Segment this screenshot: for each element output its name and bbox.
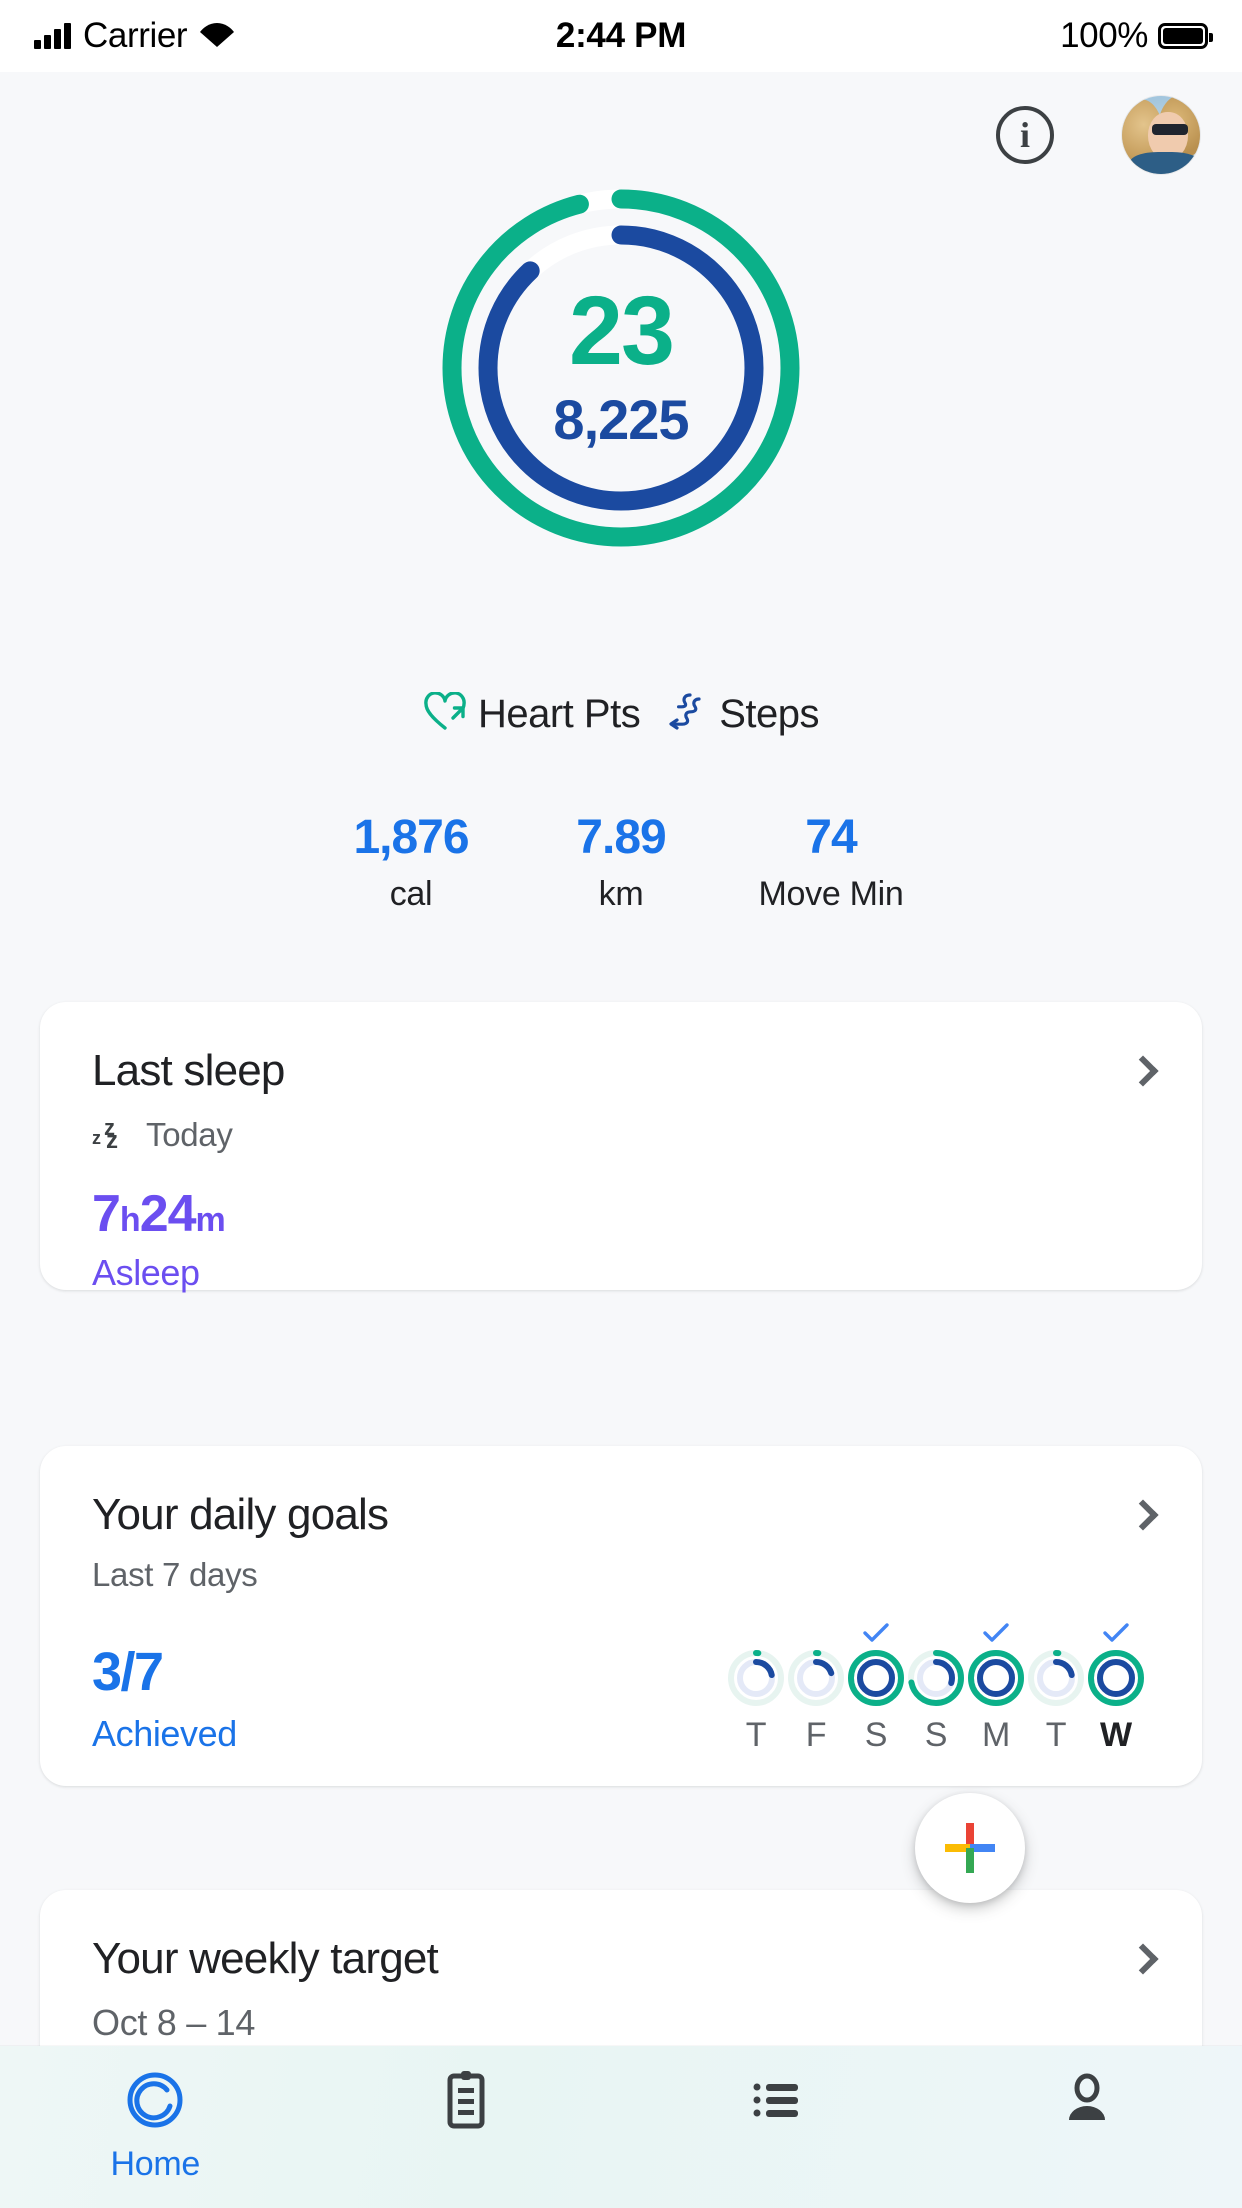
goal-day-letter: S (864, 1716, 888, 1754)
goal-day-0[interactable]: T (726, 1618, 786, 1755)
card-daily-goals-head: Your daily goals Last 7 days (40, 1446, 1202, 1594)
journal-clipboard-icon (436, 2068, 496, 2137)
card-last-sleep-subrow: zzz Today (92, 1116, 1150, 1154)
stat-calories-value: 1,876 (353, 811, 469, 864)
add-activity-fab[interactable] (915, 1793, 1025, 1903)
card-last-sleep-duration: 7h24m (92, 1188, 1150, 1240)
day-progress-rings (908, 1650, 964, 1706)
battery-icon (1158, 23, 1213, 49)
status-bar-left: Carrier (34, 16, 556, 56)
card-last-sleep-body: Last sleep zzz Today 7h24m Asleep (40, 1002, 1202, 1294)
goal-day-letter: T (1045, 1716, 1067, 1754)
nav-item-home[interactable]: Home (0, 2046, 311, 2184)
stat-move-min[interactable]: 74 Move Min (726, 811, 936, 914)
card-daily-goals-title: Your daily goals (92, 1490, 389, 1539)
wifi-icon (199, 20, 235, 53)
goal-day-3[interactable]: S (906, 1618, 966, 1755)
check-icon (1102, 1618, 1130, 1648)
clock-label: 2:44 PM (555, 16, 687, 55)
steps-value: 8,225 (553, 387, 689, 451)
card-weekly-target-subtitle: Oct 8 – 14 (92, 2002, 256, 2043)
goals-week-strip: TFSSMTW (726, 1618, 1150, 1755)
day-progress-rings (1028, 1650, 1084, 1706)
sleep-minutes-unit: m (195, 1201, 226, 1239)
card-daily-goals-body: 3/7 Achieved TFSSMTW (40, 1618, 1202, 1755)
nav-label-home: Home (110, 2145, 201, 2183)
info-icon[interactable]: i (996, 106, 1054, 164)
day-progress-rings (788, 1650, 844, 1706)
stat-distance-label: km (598, 874, 644, 913)
avatar[interactable] (1122, 96, 1200, 174)
summary-stats: 1,876 cal 7.89 km 74 Move Min (0, 811, 1242, 914)
header-actions: i (996, 96, 1200, 174)
card-last-sleep[interactable]: Last sleep zzz Today 7h24m Asleep (40, 1002, 1202, 1293)
profile-person-icon (1057, 2068, 1117, 2137)
check-icon (982, 1618, 1010, 1648)
card-weekly-target-body: Your weekly target Oct 8 – 14 (40, 1890, 1202, 2044)
legend-label-steps: Steps (719, 692, 819, 736)
card-daily-goals-subtitle: Last 7 days (92, 1556, 258, 1593)
home-target-icon (123, 2068, 187, 2137)
goals-summary: 3/7 Achieved (92, 1645, 237, 1755)
avatar-shirt (1130, 152, 1200, 174)
app-screen: Carrier 2:44 PM 100% i 23 8,225 Heart Pt… (0, 0, 1242, 2208)
info-glyph: i (1019, 115, 1030, 155)
goals-count: 3/7 (92, 1642, 164, 1702)
goals-achieved-label: Achieved (92, 1713, 237, 1754)
stat-distance[interactable]: 7.89 km (516, 811, 726, 914)
battery-percent-label: 100% (1060, 16, 1148, 55)
goal-day-2[interactable]: S (846, 1618, 906, 1755)
sleep-minutes: 24 (139, 1185, 197, 1243)
heart-arrow-icon (423, 691, 467, 737)
bottom-navigation: Home (0, 2046, 1242, 2208)
card-last-sleep-subtitle: Today (146, 1116, 233, 1153)
legend-item-steps[interactable]: Steps (666, 692, 819, 737)
goal-day-letter: S (924, 1716, 948, 1754)
day-progress-rings (848, 1650, 904, 1706)
activity-rings-center: 23 8,225 (435, 182, 807, 554)
card-last-sleep-title: Last sleep (92, 1046, 285, 1095)
stat-move-min-label: Move Min (758, 874, 904, 913)
stat-distance-value: 7.89 (576, 811, 666, 864)
goal-day-letter: W (1100, 1716, 1132, 1754)
card-daily-goals[interactable]: Your daily goals Last 7 days 3/7 Achieve… (40, 1446, 1202, 1786)
google-plus-add-icon (945, 1823, 995, 1873)
card-weekly-target-title: Your weekly target (92, 1934, 439, 1983)
card-last-sleep-state: Asleep (92, 1252, 200, 1293)
check-icon (862, 1618, 890, 1648)
day-progress-rings (968, 1650, 1024, 1706)
shoe-steps-icon (666, 692, 708, 737)
carrier-label: Carrier (83, 16, 188, 55)
status-bar-right: 100% (686, 16, 1213, 56)
legend-label-heart-pts: Heart Pts (477, 692, 641, 736)
stat-calories[interactable]: 1,876 cal (306, 811, 516, 914)
goal-day-4[interactable]: M (966, 1618, 1026, 1755)
day-progress-rings (728, 1650, 784, 1706)
legend-item-heart-pts[interactable]: Heart Pts (423, 691, 641, 737)
stat-move-min-value: 74 (805, 811, 857, 864)
activity-rings[interactable]: 23 8,225 (435, 182, 807, 554)
sleep-hours-unit: h (119, 1201, 141, 1239)
goal-day-1[interactable]: F (786, 1618, 846, 1755)
nav-item-browse[interactable] (621, 2046, 932, 2145)
stat-calories-label: cal (389, 874, 433, 913)
goal-day-letter: T (745, 1716, 767, 1754)
goal-day-letter: F (805, 1716, 827, 1754)
avatar-sunglasses (1152, 124, 1188, 135)
goal-day-6[interactable]: W (1086, 1618, 1146, 1755)
goal-day-5[interactable]: T (1026, 1618, 1086, 1755)
zzz-sleep-icon: zzz (92, 1115, 118, 1154)
goal-day-letter: M (981, 1716, 1011, 1754)
nav-item-journal[interactable] (311, 2046, 622, 2145)
nav-item-profile[interactable] (932, 2046, 1242, 2145)
day-progress-rings (1088, 1650, 1144, 1706)
status-bar-center: 2:44 PM (556, 16, 686, 56)
sleep-hours: 7 (92, 1185, 121, 1243)
heart-points-value: 23 (569, 275, 675, 385)
status-bar: Carrier 2:44 PM 100% (0, 0, 1242, 72)
signal-bars-icon (34, 23, 71, 49)
browse-list-icon (746, 2068, 806, 2137)
metric-legend: Heart Pts Steps (0, 691, 1242, 737)
